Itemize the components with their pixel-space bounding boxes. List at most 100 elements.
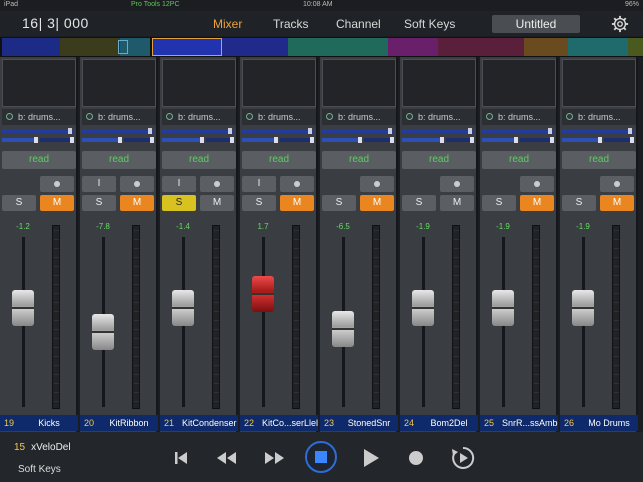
send-level-knob[interactable] bbox=[388, 128, 392, 134]
pan-knob-right[interactable] bbox=[550, 137, 554, 143]
main-counter[interactable]: 16| 3| 000 bbox=[22, 15, 89, 31]
pan-slider[interactable] bbox=[562, 137, 634, 143]
automation-mode-button[interactable]: read bbox=[482, 151, 556, 169]
send-level-knob[interactable] bbox=[228, 128, 232, 134]
send-level-knob[interactable] bbox=[308, 128, 312, 134]
pan-knob-right[interactable] bbox=[470, 137, 474, 143]
record-icon[interactable] bbox=[402, 444, 430, 472]
mute-button[interactable]: M bbox=[440, 195, 474, 211]
pan-knob[interactable] bbox=[34, 137, 38, 143]
input-monitor-button[interactable]: I bbox=[162, 176, 196, 192]
mute-button[interactable]: M bbox=[360, 195, 394, 211]
insert-slot[interactable] bbox=[242, 59, 316, 107]
send-enable-icon[interactable] bbox=[246, 113, 253, 120]
solo-button[interactable]: S bbox=[562, 195, 596, 211]
send-level-slider[interactable] bbox=[402, 128, 474, 134]
send-enable-icon[interactable] bbox=[86, 113, 93, 120]
record-arm-button[interactable] bbox=[520, 176, 554, 192]
send-slot[interactable]: b: drums... bbox=[482, 109, 556, 125]
mute-button[interactable]: M bbox=[280, 195, 314, 211]
send-enable-icon[interactable] bbox=[326, 113, 333, 120]
send-enable-icon[interactable] bbox=[566, 113, 573, 120]
mute-button[interactable]: M bbox=[40, 195, 74, 211]
overview-visible-window[interactable] bbox=[152, 38, 222, 56]
send-level-slider[interactable] bbox=[482, 128, 554, 134]
pan-knob-right[interactable] bbox=[70, 137, 74, 143]
volume-fader[interactable] bbox=[12, 290, 34, 327]
tab-channel[interactable]: Channel bbox=[336, 17, 381, 31]
track-name-plate[interactable]: 20 KitRibbon bbox=[80, 415, 158, 431]
insert-slot[interactable] bbox=[402, 59, 476, 107]
track-name-plate[interactable]: 25 SnrR...ssAmb bbox=[480, 415, 558, 431]
input-monitor-button[interactable]: I bbox=[242, 176, 276, 192]
send-slot[interactable]: b: drums... bbox=[242, 109, 316, 125]
record-arm-button[interactable] bbox=[440, 176, 474, 192]
pan-slider[interactable] bbox=[482, 137, 554, 143]
solo-button[interactable]: S bbox=[402, 195, 436, 211]
send-level-slider[interactable] bbox=[82, 128, 154, 134]
volume-fader[interactable] bbox=[492, 290, 514, 327]
record-arm-button[interactable] bbox=[200, 176, 234, 192]
pan-knob[interactable] bbox=[440, 137, 444, 143]
solo-button[interactable]: S bbox=[82, 195, 116, 211]
automation-mode-button[interactable]: read bbox=[562, 151, 636, 169]
send-level-slider[interactable] bbox=[322, 128, 394, 134]
go-to-start-icon[interactable] bbox=[167, 444, 195, 472]
pan-knob-right[interactable] bbox=[630, 137, 634, 143]
tab-mixer[interactable]: Mixer bbox=[213, 17, 242, 31]
solo-button[interactable]: S bbox=[162, 195, 196, 211]
track-name-plate[interactable]: 24 Bom2Del bbox=[400, 415, 478, 431]
automation-mode-button[interactable]: read bbox=[242, 151, 316, 169]
mute-button[interactable]: M bbox=[520, 195, 554, 211]
input-monitor-button[interactable]: I bbox=[82, 176, 116, 192]
pan-slider[interactable] bbox=[402, 137, 474, 143]
send-level-slider[interactable] bbox=[162, 128, 234, 134]
play-icon[interactable] bbox=[357, 444, 385, 472]
pan-slider[interactable] bbox=[162, 137, 234, 143]
insert-slot[interactable] bbox=[322, 59, 396, 107]
solo-button[interactable]: S bbox=[2, 195, 36, 211]
send-enable-icon[interactable] bbox=[486, 113, 493, 120]
soft-keys-button[interactable]: Soft Keys bbox=[18, 464, 61, 475]
track-name-plate[interactable]: 22 KitCo...serLlel bbox=[240, 415, 318, 431]
insert-slot[interactable] bbox=[2, 59, 76, 107]
track-name-plate[interactable]: 21 KitCondenser bbox=[160, 415, 238, 431]
selected-track[interactable]: 15 xVeloDel bbox=[14, 442, 71, 453]
track-name-plate[interactable]: 23 StonedSnr bbox=[320, 415, 398, 431]
volume-fader[interactable] bbox=[92, 314, 114, 350]
pan-knob[interactable] bbox=[514, 137, 518, 143]
send-level-knob[interactable] bbox=[148, 128, 152, 134]
pan-knob[interactable] bbox=[118, 137, 122, 143]
send-slot[interactable]: b: drums... bbox=[322, 109, 396, 125]
record-arm-button[interactable] bbox=[40, 176, 74, 192]
pan-knob-right[interactable] bbox=[310, 137, 314, 143]
automation-mode-button[interactable]: read bbox=[82, 151, 156, 169]
tab-soft-keys[interactable]: Soft Keys bbox=[404, 17, 455, 31]
automation-mode-button[interactable]: read bbox=[162, 151, 236, 169]
insert-slot[interactable] bbox=[82, 59, 156, 107]
pan-slider[interactable] bbox=[242, 137, 314, 143]
rewind-icon[interactable] bbox=[212, 444, 240, 472]
pan-slider[interactable] bbox=[2, 137, 74, 143]
mute-button[interactable]: M bbox=[600, 195, 634, 211]
gear-icon[interactable] bbox=[611, 15, 629, 33]
pan-knob[interactable] bbox=[598, 137, 602, 143]
mute-button[interactable]: M bbox=[120, 195, 154, 211]
pan-knob-right[interactable] bbox=[390, 137, 394, 143]
pan-slider[interactable] bbox=[322, 137, 394, 143]
send-level-knob[interactable] bbox=[468, 128, 472, 134]
record-arm-button[interactable] bbox=[360, 176, 394, 192]
send-enable-icon[interactable] bbox=[406, 113, 413, 120]
session-title-button[interactable]: Untitled bbox=[492, 15, 580, 33]
track-overview[interactable] bbox=[0, 37, 643, 57]
send-level-slider[interactable] bbox=[2, 128, 74, 134]
track-name-plate[interactable]: 19 Kicks bbox=[0, 415, 78, 431]
volume-fader[interactable] bbox=[252, 276, 274, 313]
record-arm-button[interactable] bbox=[280, 176, 314, 192]
track-name-plate[interactable]: 26 Mo Drums bbox=[560, 415, 638, 431]
pan-slider[interactable] bbox=[82, 137, 154, 143]
send-slot[interactable]: b: drums... bbox=[82, 109, 156, 125]
send-slot[interactable]: b: drums... bbox=[402, 109, 476, 125]
pan-knob[interactable] bbox=[274, 137, 278, 143]
volume-fader[interactable] bbox=[412, 290, 434, 327]
